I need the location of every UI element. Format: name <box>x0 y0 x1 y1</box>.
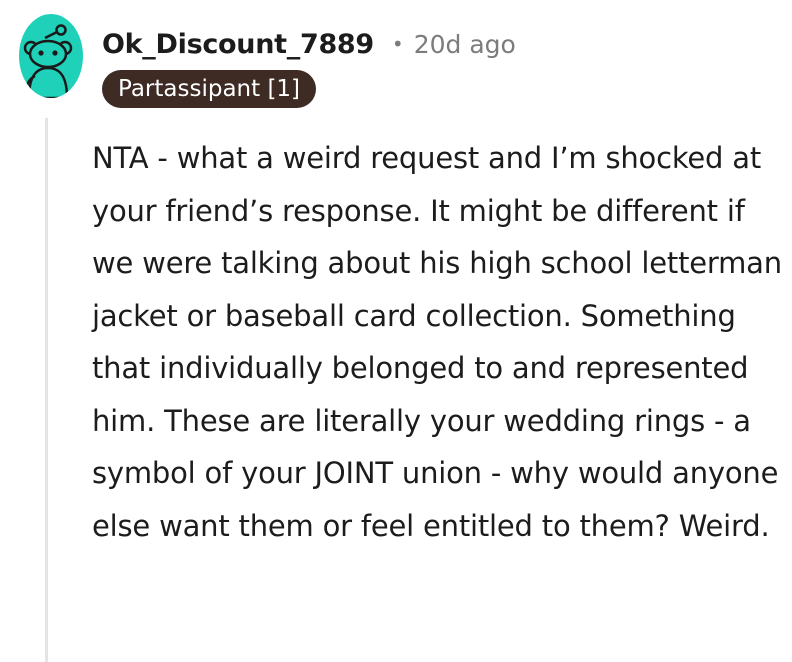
thread-collapse-line[interactable] <box>45 118 48 662</box>
comment-body: NTA - what a weird request and I’m shock… <box>92 141 782 543</box>
user-flair-badge: Partassipant [1] <box>102 70 317 108</box>
meta-separator: • <box>391 32 404 56</box>
user-avatar[interactable] <box>19 14 83 98</box>
comment-header: Ok_Discount_7889 • 20d ago <box>102 24 516 64</box>
comment-timestamp[interactable]: 20d ago <box>414 30 516 59</box>
username-link[interactable]: Ok_Discount_7889 <box>102 29 374 60</box>
snoo-avatar-icon <box>19 14 83 98</box>
